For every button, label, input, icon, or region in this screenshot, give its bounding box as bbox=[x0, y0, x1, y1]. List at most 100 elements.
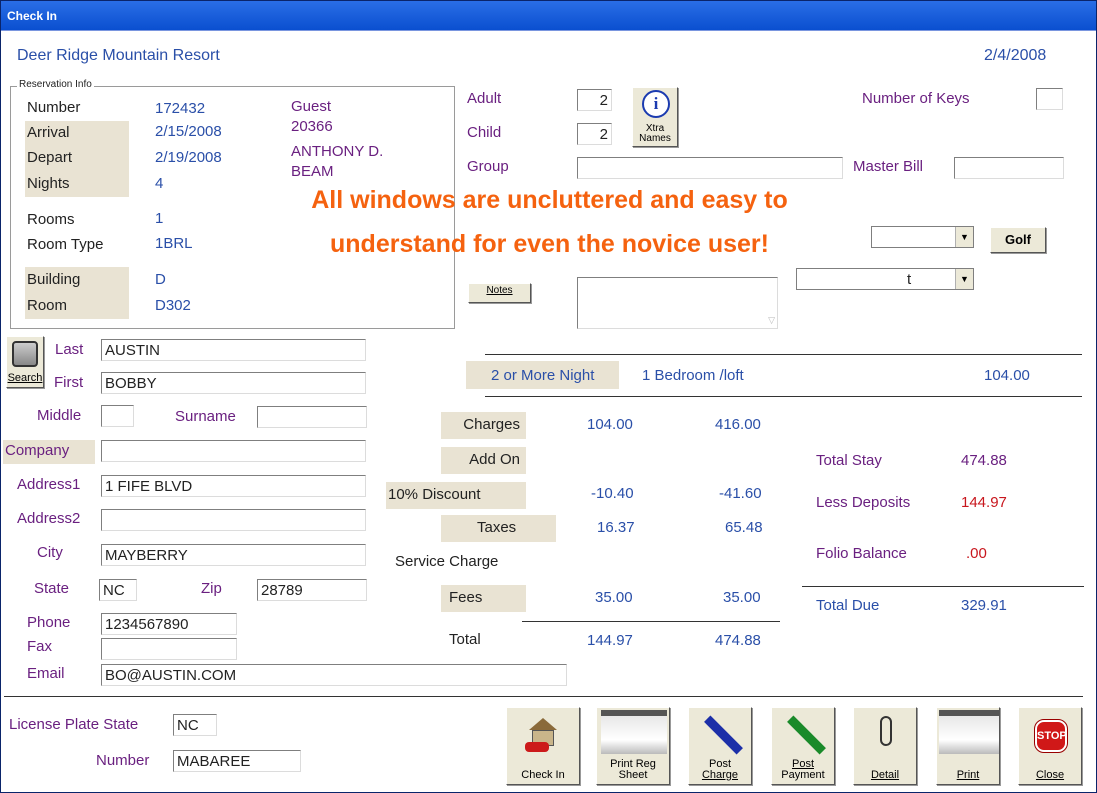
search-button-label: Search bbox=[7, 372, 43, 384]
last-name-label: Last bbox=[55, 341, 84, 358]
total-label: Total bbox=[449, 631, 481, 648]
depart-label: Depart bbox=[27, 149, 73, 166]
promo-line-2: understand for even the novice user! bbox=[330, 230, 769, 258]
email-field[interactable]: BO@AUSTIN.COM bbox=[101, 664, 567, 686]
current-date: 2/4/2008 bbox=[984, 47, 1047, 64]
license-plate-state-field[interactable]: NC bbox=[173, 714, 217, 736]
guest-id: 20366 bbox=[291, 118, 333, 135]
fees-label: Fees bbox=[441, 585, 526, 612]
less-deposits-value: 144.97 bbox=[961, 494, 1007, 511]
pen-green-icon bbox=[787, 715, 826, 755]
fees-nightly: 35.00 bbox=[595, 589, 633, 606]
close-label: Close bbox=[1035, 769, 1065, 781]
total-nightly: 144.97 bbox=[587, 632, 633, 649]
xtra-names-label: Xtra Names bbox=[639, 123, 671, 144]
charges-nightly: 104.00 bbox=[587, 416, 633, 433]
charges-total-divider bbox=[522, 621, 780, 622]
bottom-divider bbox=[4, 696, 1083, 697]
group-field[interactable] bbox=[577, 157, 843, 179]
total-stay-label: Total Stay bbox=[816, 452, 882, 469]
title-bar[interactable]: Check In bbox=[1, 1, 1096, 31]
total-stay-value: 474.88 bbox=[961, 452, 1007, 469]
middle-field[interactable] bbox=[101, 405, 134, 427]
number-of-keys-label: Number of Keys bbox=[862, 90, 970, 107]
arrival-label: Arrival bbox=[27, 124, 70, 141]
taxes-total: 65.48 bbox=[725, 519, 763, 536]
post-payment-label-2: Payment bbox=[781, 769, 825, 781]
company-label: Company bbox=[3, 440, 95, 464]
notes-button[interactable]: Notes bbox=[468, 283, 531, 303]
master-bill-label: Master Bill bbox=[853, 158, 924, 175]
building-value: D bbox=[155, 271, 166, 288]
discount-nightly: -10.40 bbox=[591, 485, 634, 502]
folio-balance-label: Folio Balance bbox=[816, 545, 907, 562]
surname-field[interactable] bbox=[257, 406, 367, 428]
detail-button[interactable]: Detail bbox=[853, 707, 917, 785]
license-plate-state-label: License Plate State bbox=[9, 716, 139, 733]
email-label: Email bbox=[27, 665, 65, 682]
company-field[interactable] bbox=[101, 440, 366, 462]
xtra-names-button[interactable]: i Xtra Names bbox=[632, 87, 678, 147]
master-bill-field[interactable] bbox=[954, 157, 1064, 179]
window-title: Check In bbox=[7, 9, 58, 23]
depart-date: 2/19/2008 bbox=[155, 149, 222, 166]
service-charge-label: Service Charge bbox=[395, 553, 499, 570]
first-name-field[interactable]: BOBBY bbox=[101, 372, 366, 394]
status-combo-value: t bbox=[907, 271, 912, 288]
discount-label: 10% Discount bbox=[386, 482, 526, 509]
guest-name-line1: ANTHONY D. bbox=[291, 143, 384, 160]
fax-field[interactable] bbox=[101, 638, 237, 660]
phone-field[interactable]: 1234567890 bbox=[101, 613, 237, 635]
adult-label: Adult bbox=[467, 90, 502, 107]
middle-label: Middle bbox=[37, 407, 82, 424]
guest-name-line2: BEAM bbox=[291, 163, 334, 180]
room-label: Room bbox=[27, 297, 68, 314]
add-on-label: Add On bbox=[441, 447, 526, 474]
charges-label: Charges bbox=[441, 412, 526, 439]
address1-field[interactable]: 1 FIFE BLVD bbox=[101, 475, 366, 497]
taxes-label: Taxes bbox=[441, 515, 556, 542]
taxes-nightly: 16.37 bbox=[597, 519, 635, 536]
number-of-keys-field[interactable] bbox=[1036, 88, 1063, 110]
check-in-button[interactable]: Check In bbox=[506, 707, 580, 785]
notes-field[interactable]: ▽ bbox=[577, 277, 778, 329]
check-in-window: Check In Deer Ridge Mountain Resort 2/4/… bbox=[0, 0, 1097, 793]
group-label: Group bbox=[467, 158, 509, 175]
city-field[interactable]: MAYBERRY bbox=[101, 544, 366, 566]
post-charge-button[interactable]: Post Charge bbox=[688, 707, 752, 785]
plate-number-field[interactable]: MABAREE bbox=[173, 750, 301, 772]
charges-total: 416.00 bbox=[715, 416, 761, 433]
close-button[interactable]: STOP Close bbox=[1018, 707, 1082, 785]
city-label: City bbox=[37, 544, 63, 561]
print-button[interactable]: Print bbox=[936, 707, 1000, 785]
post-charge-label-2: Charge bbox=[701, 769, 739, 781]
discount-total: -41.60 bbox=[719, 485, 762, 502]
scroll-down-icon[interactable]: ▽ bbox=[768, 315, 775, 326]
fees-total: 35.00 bbox=[723, 589, 761, 606]
rate-plan: 2 or More Night bbox=[491, 367, 595, 384]
printer-icon bbox=[939, 710, 999, 754]
zip-field[interactable]: 28789 bbox=[257, 579, 367, 601]
total-total: 474.88 bbox=[715, 632, 761, 649]
address1-label: Address1 bbox=[17, 476, 81, 493]
paperclip-icon bbox=[880, 716, 892, 746]
info-icon: i bbox=[642, 90, 670, 118]
printer-icon bbox=[601, 710, 667, 754]
adult-count-field[interactable]: 2 bbox=[577, 89, 612, 111]
last-name-field[interactable]: AUSTIN bbox=[101, 339, 366, 361]
total-due-label: Total Due bbox=[816, 597, 880, 614]
child-count-field[interactable]: 2 bbox=[577, 123, 612, 145]
status-combo[interactable]: t ▼ bbox=[796, 268, 974, 290]
post-payment-button[interactable]: Post Payment bbox=[771, 707, 835, 785]
state-field[interactable]: NC bbox=[99, 579, 137, 601]
zip-label: Zip bbox=[201, 580, 222, 597]
address2-field[interactable] bbox=[101, 509, 366, 531]
search-button[interactable]: Search bbox=[6, 336, 44, 388]
phone-label: Phone bbox=[27, 614, 71, 631]
house-car-icon bbox=[529, 718, 557, 730]
detail-label: Detail bbox=[870, 769, 900, 781]
number-label: Number bbox=[27, 99, 81, 116]
print-reg-sheet-button[interactable]: Print Reg Sheet bbox=[596, 707, 670, 785]
chevron-down-icon[interactable]: ▼ bbox=[955, 269, 973, 289]
pen-blue-icon bbox=[704, 715, 743, 755]
